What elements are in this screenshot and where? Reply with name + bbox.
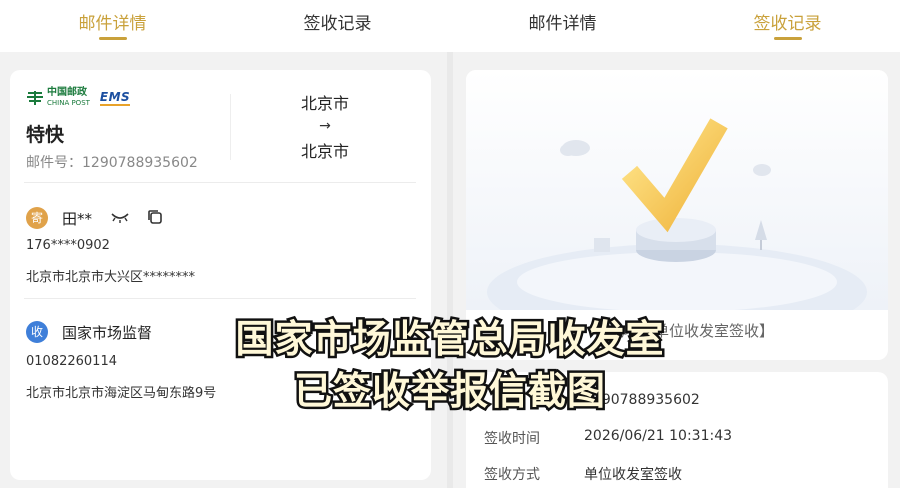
tab-sign-records-right[interactable]: 签收记录	[675, 0, 900, 52]
route-separator	[230, 94, 231, 160]
copy-icon[interactable]	[147, 209, 163, 225]
mail-number: 邮件号：1290788935602	[26, 155, 198, 171]
sign-time-label: 签收时间	[484, 431, 540, 447]
china-post-emblem-icon	[27, 90, 43, 105]
route-arrow-icon: →	[319, 118, 331, 134]
china-post-en-text: CHINA POST	[47, 99, 90, 107]
tab-mail-details-right[interactable]: 邮件详情	[450, 0, 675, 52]
sender-address: 北京市北京市大兴区********	[26, 270, 196, 285]
panel-divider	[447, 52, 453, 488]
tab-mail-details-left[interactable]: 邮件详情	[0, 0, 225, 52]
mail-detail-card: 中国邮政 CHINA POST EMS 特快 邮件号：1290788935602…	[10, 70, 431, 480]
sender-phone: 176****0902	[26, 238, 110, 253]
overlay-caption-line1: 国家市场监管总局收发室	[233, 315, 666, 364]
tab-sign-records-left[interactable]: 签收记录	[225, 0, 450, 52]
sign-method-label: 签收方式	[484, 467, 540, 483]
eye-closed-icon[interactable]	[110, 210, 130, 224]
tab-bar-right: 邮件详情 签收记录	[450, 0, 900, 52]
sender-badge: 寄	[26, 207, 48, 229]
route-info: 北京市 → 北京市	[270, 90, 380, 162]
china-post-logo: 中国邮政 CHINA POST	[26, 88, 90, 107]
route-from: 北京市	[300, 94, 349, 113]
sign-time-value: 2026/06/21 10:31:43	[584, 428, 733, 444]
overlay-caption-line2: 已签收举报信截图	[291, 367, 607, 416]
tab-bar-left: 邮件详情 签收记录	[0, 0, 450, 52]
divider	[24, 298, 416, 299]
sender-name: 田**	[62, 210, 93, 228]
sign-method-value: 单位收发室签收	[584, 467, 682, 483]
china-post-cn-text: 中国邮政	[47, 87, 87, 98]
signed-checkmark-illustration	[466, 70, 888, 310]
divider	[24, 182, 416, 183]
service-type: 特快	[26, 124, 65, 146]
screenshot-collage: 邮件详情 签收记录 邮件详情 签收记录 中国邮政 CHINA POST EMS …	[0, 0, 900, 488]
carrier-logos: 中国邮政 CHINA POST EMS	[26, 88, 131, 107]
ems-logo: EMS	[99, 89, 131, 106]
route-to: 北京市	[300, 142, 349, 161]
